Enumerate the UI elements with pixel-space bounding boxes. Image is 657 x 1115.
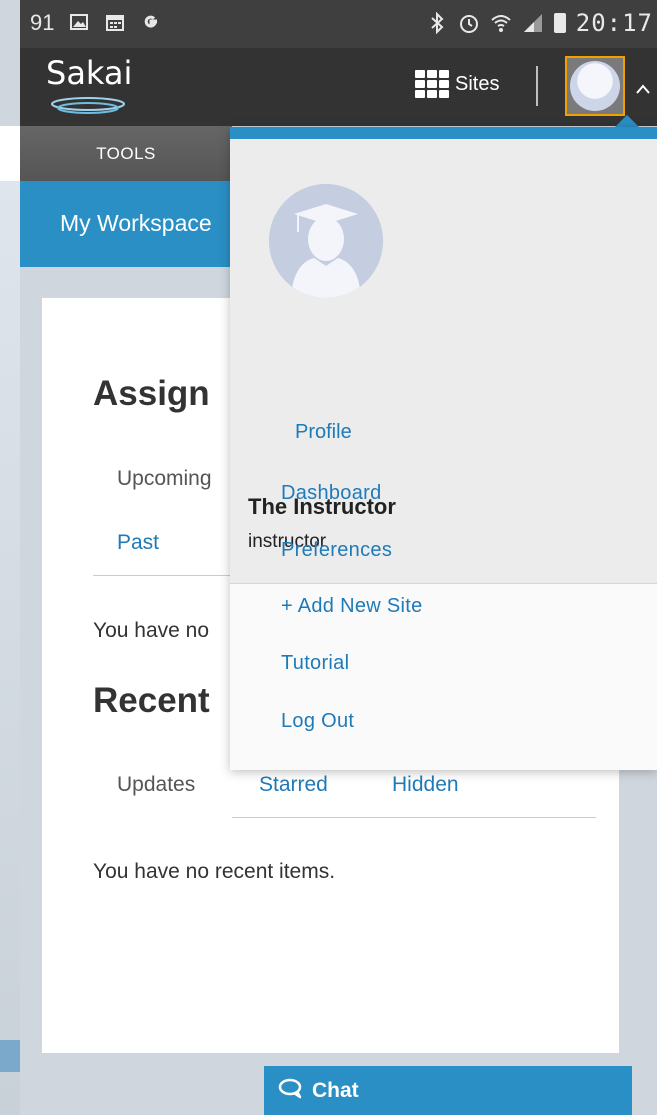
clock-time: 20:17 (575, 9, 653, 37)
side-background (0, 181, 20, 1115)
recent-heading: Recent (93, 681, 210, 720)
chat-button[interactable]: Chat (264, 1066, 632, 1115)
profile-avatar[interactable] (269, 184, 383, 298)
tools-tab[interactable]: TOOLS (20, 126, 232, 181)
page-edge (0, 126, 20, 181)
dropdown-accent (230, 127, 657, 139)
grid-icon (415, 70, 449, 98)
chat-label: Chat (312, 1078, 359, 1102)
top-navigation: Sakai Sites (20, 48, 657, 126)
chat-bubble-icon (278, 1077, 304, 1105)
logo-swoosh-icon (51, 97, 125, 114)
avatar (570, 61, 620, 111)
assignments-empty-text: You have no (93, 619, 210, 642)
tab-upcoming[interactable]: Upcoming (117, 467, 212, 491)
tab-past[interactable]: Past (117, 531, 159, 555)
recent-empty-text: You have no recent items. (93, 860, 336, 883)
user-dropdown-menu: Profile The Instructor instructor Dashbo… (230, 127, 657, 770)
dropdown-caret (615, 115, 639, 127)
sakai-logo[interactable]: Sakai (46, 54, 132, 92)
sites-button[interactable]: Sites (415, 70, 499, 98)
site-title[interactable]: My Workspace (60, 210, 212, 237)
google-icon (140, 12, 162, 34)
wifi-icon (490, 12, 512, 34)
menu-item-dashboard[interactable]: Dashboard (281, 482, 382, 505)
tab-starred[interactable]: Starred (259, 773, 328, 797)
nav-divider (536, 66, 538, 106)
user-avatar-button[interactable] (565, 56, 625, 116)
profile-link[interactable]: Profile (295, 421, 352, 444)
sites-label: Sites (455, 72, 500, 95)
tab-hidden[interactable]: Hidden (392, 773, 459, 797)
menu-item-add-new-site[interactable]: + Add New Site (281, 595, 423, 618)
chevron-up-icon[interactable] (635, 78, 651, 101)
signal-icon (522, 12, 544, 34)
battery-icon (553, 13, 566, 33)
image-icon (68, 12, 90, 34)
alarm-icon (458, 12, 480, 34)
calendar-icon (104, 12, 126, 34)
menu-item-log-out[interactable]: Log Out (281, 710, 354, 733)
bluetooth-icon (426, 11, 448, 35)
tab-updates[interactable]: Updates (117, 773, 195, 797)
status-text: 91 (30, 10, 55, 35)
status-bar: 91 20:17 (20, 0, 657, 48)
side-accent (0, 1040, 20, 1072)
menu-item-tutorial[interactable]: Tutorial (281, 652, 349, 675)
dropdown-user-panel: Profile The Instructor instructor (230, 139, 657, 584)
divider (93, 575, 233, 576)
menu-item-preferences[interactable]: Preferences (281, 539, 392, 562)
divider (232, 817, 596, 818)
assignments-heading: Assign (93, 374, 210, 413)
